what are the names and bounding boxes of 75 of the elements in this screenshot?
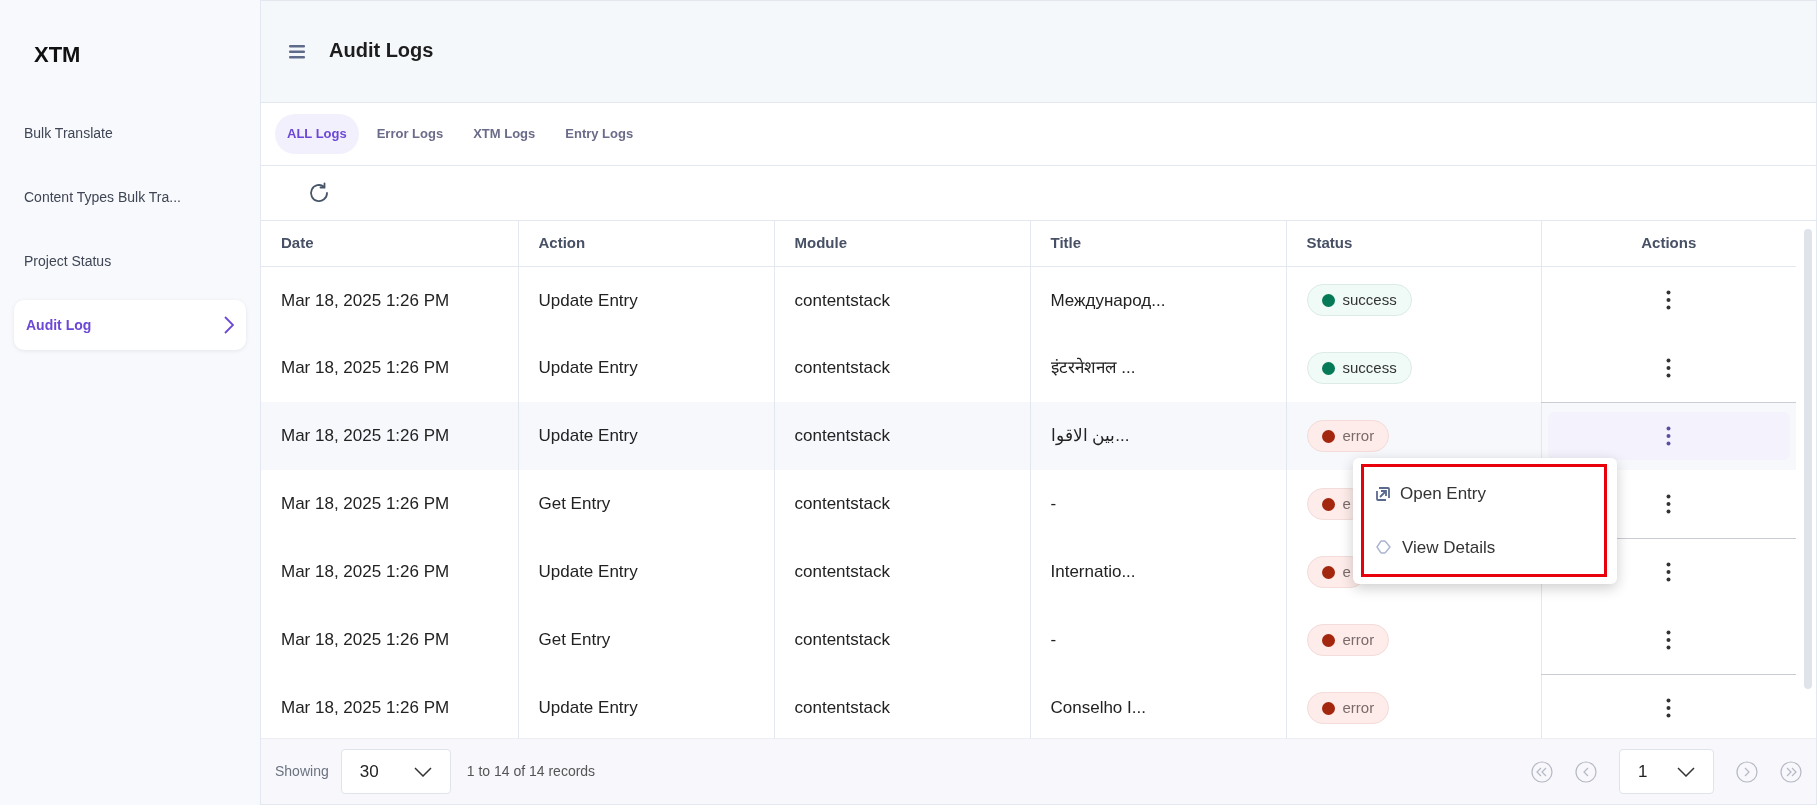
- table-row[interactable]: Mar 18, 2025 1:26 PM Update Entry contentstack इंटरनेशनल ... success: [261, 334, 1796, 402]
- tab[interactable]: XTM Logs: [461, 114, 548, 154]
- sidebar-item[interactable]: Content Types Bulk Tra...: [14, 172, 246, 222]
- column-header: Status: [1286, 221, 1541, 266]
- chevron-right-icon: [224, 316, 234, 334]
- table-cell: Update Entry: [538, 698, 638, 718]
- table-cell: Conselho I...: [1050, 698, 1146, 718]
- showing-label: Showing: [275, 762, 329, 781]
- caret-icon: [1677, 766, 1695, 777]
- table-cell: -: [1050, 494, 1057, 514]
- more-icon: [1666, 426, 1672, 447]
- more-icon: [1666, 357, 1672, 378]
- details-icon: [1376, 540, 1392, 555]
- caret-icon: [413, 766, 432, 777]
- sidebar-item[interactable]: Bulk Translate: [14, 108, 246, 158]
- logo-text: XTM: [34, 40, 81, 69]
- tab[interactable]: ALL Logs: [275, 114, 359, 154]
- column-header: Title: [1030, 221, 1286, 266]
- menu-icon[interactable]: [289, 44, 305, 59]
- open-external-icon: [1376, 486, 1390, 501]
- table-cell: Update Entry: [538, 358, 638, 378]
- column-header: Action: [518, 221, 774, 266]
- table-cell: contentstack: [794, 290, 890, 310]
- tab[interactable]: Entry Logs: [553, 114, 646, 154]
- table-cell: Update Entry: [538, 426, 638, 446]
- more-icon: [1666, 493, 1672, 514]
- table-cell: Mar 18, 2025 1:26 PM: [281, 494, 450, 514]
- table-cell: Internatio...: [1050, 562, 1136, 582]
- table-cell: Get Entry: [538, 494, 611, 514]
- table-cell: Mar 18, 2025 1:26 PM: [281, 562, 450, 582]
- table-cell: Mar 18, 2025 1:26 PM: [281, 290, 450, 310]
- table-cell: contentstack: [794, 562, 890, 582]
- tab[interactable]: Error Logs: [364, 114, 456, 154]
- status-badge: error: [1306, 692, 1390, 724]
- table-cell: Mar 18, 2025 1:26 PM: [281, 358, 450, 378]
- first-page-icon[interactable]: [1531, 760, 1553, 783]
- status-badge: error: [1306, 420, 1390, 452]
- table-cell: contentstack: [794, 358, 890, 378]
- page-size-select[interactable]: 30: [340, 749, 451, 794]
- status-badge: success: [1306, 352, 1412, 384]
- table-cell: Mar 18, 2025 1:26 PM: [281, 426, 450, 446]
- table-cell: इंटरनेशनल ...: [1050, 358, 1136, 378]
- more-icon: [1666, 562, 1672, 583]
- sidebar-item[interactable]: Project Status: [14, 236, 246, 286]
- column-header: Date: [261, 221, 518, 266]
- table-cell: contentstack: [794, 494, 890, 514]
- table-cell: Mar 18, 2025 1:26 PM: [281, 630, 450, 650]
- table-cell: contentstack: [794, 698, 890, 718]
- table-cell: -: [1050, 630, 1057, 650]
- sidebar-item[interactable]: Audit Log: [14, 300, 246, 350]
- table-cell: Update Entry: [538, 562, 638, 582]
- menu-item[interactable]: Open Entry: [1376, 481, 1592, 507]
- records-count: 1 to 14 of 14 records: [466, 762, 596, 781]
- table-cell: Mar 18, 2025 1:26 PM: [281, 698, 450, 718]
- next-page-icon[interactable]: [1736, 760, 1758, 783]
- status-badge: success: [1306, 284, 1412, 317]
- table-cell: Международ...: [1050, 290, 1166, 310]
- previous-page-icon[interactable]: [1575, 760, 1597, 783]
- table-cell: contentstack: [794, 630, 890, 650]
- table-cell: Update Entry: [538, 290, 638, 310]
- status-badge: error: [1306, 624, 1390, 656]
- column-header: Module: [774, 221, 1030, 266]
- more-icon: [1666, 290, 1672, 311]
- table-cell: Get Entry: [538, 630, 611, 650]
- column-header: Actions: [1541, 221, 1796, 266]
- more-icon: [1666, 629, 1672, 650]
- scrollbar[interactable]: [1804, 229, 1812, 689]
- table-cell: بين الاقوا...: [1050, 426, 1130, 446]
- more-icon: [1666, 698, 1672, 719]
- table-cell: contentstack: [794, 426, 890, 446]
- page-select[interactable]: 1: [1619, 749, 1714, 794]
- table-row[interactable]: Mar 18, 2025 1:26 PM Update Entry contentstack Международ... success: [261, 266, 1796, 334]
- last-page-icon[interactable]: [1780, 760, 1802, 783]
- page-title: Audit Logs: [329, 37, 434, 63]
- refresh-icon[interactable]: [307, 181, 331, 205]
